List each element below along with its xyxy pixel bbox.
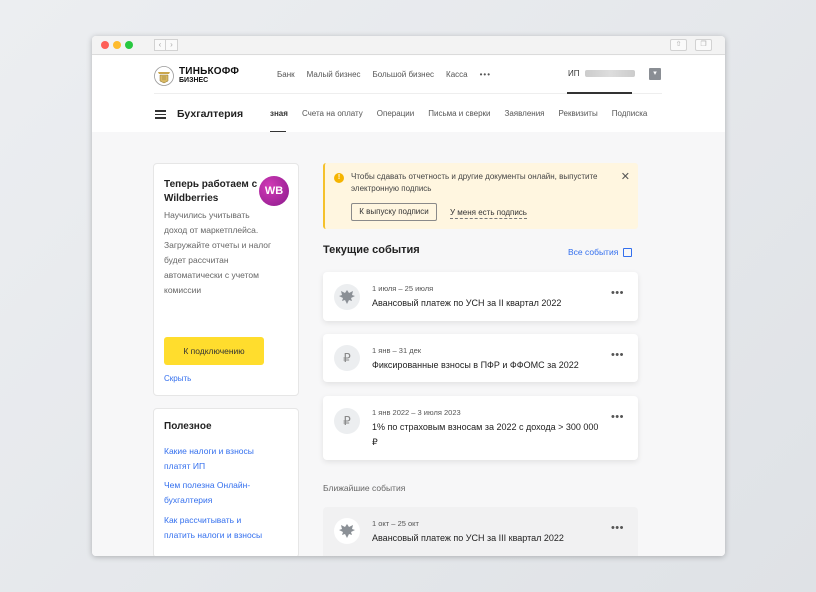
back-button[interactable]: ‹: [154, 39, 166, 51]
top-nav: Банк Малый бизнес Большой бизнес Касса •…: [277, 70, 503, 79]
event-date: 1 июля – 25 июля: [372, 284, 434, 293]
share-icon[interactable]: ⇧: [670, 39, 687, 51]
current-events-title: Текущие события: [323, 244, 420, 256]
tab-applications[interactable]: Заявления: [505, 109, 545, 118]
near-events-title: Ближайшие события: [323, 483, 406, 493]
event-date: 1 окт – 25 окт: [372, 519, 419, 528]
section-tabs: зная Счета на оплату Операции Письма и с…: [270, 109, 661, 118]
tinkoff-logo[interactable]: ТИНЬКОФФ БИЗНЕС: [154, 66, 239, 86]
useful-link-online-accounting[interactable]: Чем полезна Онлайн-бухгалтерия: [164, 478, 274, 508]
account-prefix: ИП: [568, 69, 580, 78]
more-options-icon[interactable]: •••: [611, 522, 624, 534]
promo-description: Научились учитывать доход от маркетплейс…: [164, 210, 272, 295]
account-active-underline: [567, 92, 632, 94]
maximize-window-button[interactable]: [125, 41, 133, 49]
issue-signature-button[interactable]: К выпуску подписи: [351, 203, 437, 221]
close-window-button[interactable]: [101, 41, 109, 49]
minimize-window-button[interactable]: [113, 41, 121, 49]
chevron-down-icon[interactable]: ▾: [649, 68, 661, 80]
event-title: Авансовый платеж по УСН за II квартал 20…: [372, 298, 562, 308]
event-date: 1 янв – 31 дек: [372, 346, 422, 355]
event-card[interactable]: 1 июля – 25 июля Авансовый платеж по УСН…: [323, 272, 638, 321]
main-content: Теперь работаем с Wildberries WB Научили…: [92, 132, 725, 556]
more-menu-icon[interactable]: •••: [480, 70, 491, 79]
forward-button[interactable]: ›: [166, 39, 178, 51]
warning-icon: !: [334, 173, 344, 183]
title-bar: ‹ › ⇧ ❐: [92, 36, 725, 55]
event-card[interactable]: 1 окт – 25 окт Авансовый платеж по УСН з…: [323, 507, 638, 556]
event-title: 1% по страховым взносам за 2022 с дохода…: [372, 422, 599, 447]
connect-button[interactable]: К подключению: [164, 337, 264, 365]
ruble-icon: ₽: [334, 345, 360, 371]
promo-title: Теперь работаем с Wildberries: [164, 179, 258, 204]
event-title: Фиксированные взносы в ПФР и ФФОМС за 20…: [372, 360, 579, 370]
logo-line1: ТИНЬКОФФ: [179, 66, 240, 77]
eagle-emblem-icon: [334, 518, 360, 544]
event-card[interactable]: ₽ 1 янв 2022 – 3 июля 2023 1% по страхов…: [323, 396, 638, 460]
tabs-icon[interactable]: ❐: [695, 39, 712, 51]
top-nav-big-business[interactable]: Большой бизнес: [373, 70, 435, 79]
account-switcher[interactable]: ИП: [568, 69, 635, 78]
tab-operations[interactable]: Операции: [377, 109, 414, 118]
event-title: Авансовый платеж по УСН за III квартал 2…: [372, 533, 564, 543]
tab-subscription[interactable]: Подписка: [612, 109, 648, 118]
wildberries-promo-card: Теперь работаем с Wildberries WB Научили…: [153, 163, 299, 396]
useful-link-how-to-pay[interactable]: Как рассчитывать и платить налоги и взно…: [164, 513, 274, 543]
browser-window: ‹ › ⇧ ❐ ТИНЬКОФФ БИЗНЕС Банк Малый бизне…: [92, 36, 725, 556]
have-signature-link[interactable]: У меня есть подпись: [450, 208, 527, 219]
top-nav-kassa[interactable]: Касса: [446, 70, 468, 79]
useful-link-taxes[interactable]: Какие налоги и взносы платят ИП: [164, 444, 274, 474]
signature-alert: ! Чтобы сдавать отчетность и другие доку…: [323, 163, 638, 229]
tab-main[interactable]: зная: [270, 109, 288, 118]
wildberries-logo-icon: WB: [259, 176, 289, 206]
account-name-redacted: [584, 70, 635, 77]
logo-line2: БИЗНЕС: [179, 77, 209, 84]
top-nav-bank[interactable]: Банк: [277, 70, 295, 79]
event-date: 1 янв 2022 – 3 июля 2023: [372, 408, 461, 417]
useful-card: Полезное Какие налоги и взносы платят ИП…: [153, 408, 299, 556]
tab-requisites[interactable]: Реквизиты: [559, 109, 598, 118]
close-icon[interactable]: ✕: [621, 170, 630, 183]
all-events-label: Все события: [568, 247, 619, 257]
eagle-emblem-icon: [334, 284, 360, 310]
tab-invoices[interactable]: Счета на оплату: [302, 109, 363, 118]
page-title: Бухгалтерия: [177, 108, 244, 120]
hamburger-menu-icon[interactable]: [155, 110, 166, 119]
ruble-icon: ₽: [334, 408, 360, 434]
more-options-icon[interactable]: •••: [611, 287, 624, 299]
event-card[interactable]: ₽ 1 янв – 31 дек Фиксированные взносы в …: [323, 334, 638, 382]
hide-promo-link[interactable]: Скрыть: [164, 374, 191, 383]
tinkoff-emblem-icon: [154, 66, 174, 86]
calendar-icon: [623, 247, 633, 257]
all-events-link[interactable]: Все события: [568, 247, 633, 257]
browser-nav: ‹ ›: [154, 39, 178, 51]
more-options-icon[interactable]: •••: [611, 411, 624, 423]
more-options-icon[interactable]: •••: [611, 349, 624, 361]
top-nav-small-business[interactable]: Малый бизнес: [307, 70, 361, 79]
tab-letters[interactable]: Письма и сверки: [428, 109, 490, 118]
alert-text: Чтобы сдавать отчетность и другие докуме…: [351, 172, 598, 193]
app-header: ТИНЬКОФФ БИЗНЕС Банк Малый бизнес Большо…: [92, 56, 725, 133]
useful-title: Полезное: [164, 421, 212, 432]
